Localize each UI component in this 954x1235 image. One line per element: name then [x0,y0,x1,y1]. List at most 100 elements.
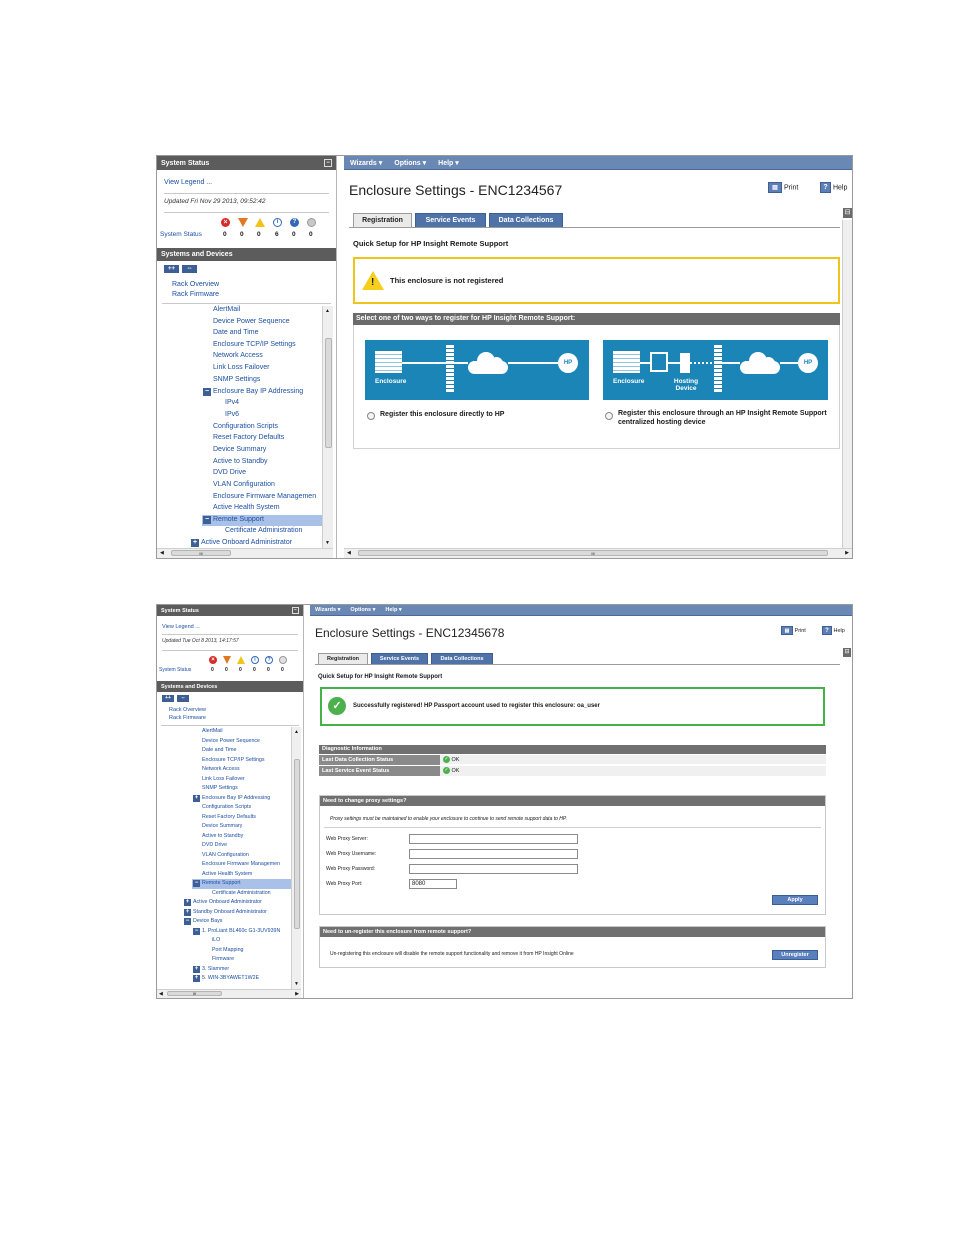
tree-item-alertmail[interactable]: AlertMail [202,728,223,734]
tree-item-port-mapping[interactable]: Port Mapping [212,947,244,953]
print-button[interactable]: ▤ Print [781,626,806,635]
tree-horizontal-scrollbar[interactable]: ◀ III ▶ [157,989,301,998]
vertical-scroll-thumb[interactable] [294,759,300,929]
tree-item-remote-support[interactable]: Remote Support [202,880,241,886]
collapse-all-button[interactable]: -- [177,695,189,702]
proxy-port-input[interactable]: 8080 [409,879,457,889]
proxy-username-input[interactable] [409,849,578,859]
tree-item-device-summary[interactable]: Device Summary [213,446,266,453]
expand-all-button[interactable]: ++ [162,695,174,702]
scroll-up-icon[interactable]: ▲ [325,308,330,314]
tree-item-snmp[interactable]: SNMP Settings [202,785,238,791]
vertical-scroll-thumb[interactable] [325,338,332,448]
collapse-all-button[interactable]: -- [182,265,197,273]
tree-item-device-power-sequence[interactable]: Device Power Sequence [213,318,290,325]
tree-item-active-health[interactable]: Active Health System [213,504,280,511]
collapse-node-icon[interactable]: − [203,388,211,396]
menu-wizards[interactable]: Wizards ▾ [350,159,382,167]
tree-vertical-scrollbar[interactable]: ▲ ▼ [291,727,301,989]
proxy-server-input[interactable] [409,834,578,844]
tree-item-vlan[interactable]: VLAN Configuration [202,852,249,858]
tab-data-collections[interactable]: Data Collections [431,653,493,664]
tree-item-dvd[interactable]: DVD Drive [202,842,227,848]
view-legend-link[interactable]: View Legend ... [162,624,200,630]
system-status-link[interactable]: System Status [159,667,191,673]
tree-item-ipv4[interactable]: IPv4 [225,399,239,406]
proxy-password-input[interactable] [409,864,578,874]
tree-item-active-oa[interactable]: Active Onboard Administrator [201,539,292,546]
radio-hosting[interactable] [605,412,613,420]
tree-item-active-standby[interactable]: Active to Standby [202,833,243,839]
tree-item-dvd[interactable]: DVD Drive [213,469,246,476]
rack-overview-link[interactable]: Rack Overview [169,707,206,713]
tree-item-link-loss[interactable]: Link Loss Failover [213,364,269,371]
tree-item-bay-ip[interactable]: Enclosure Bay IP Addressing [202,795,270,801]
tree-item-certificate-admin[interactable]: Certificate Administration [212,890,271,896]
expand-node-icon[interactable]: + [191,539,199,547]
rack-firmware-link[interactable]: Rack Firmware [172,291,219,298]
content-horizontal-scrollbar[interactable]: ◀ III ▶ [344,548,852,558]
tree-item-reset-defaults[interactable]: Reset Factory Defaults [202,814,256,820]
collapse-panel-icon[interactable]: ⊟ [843,648,851,657]
expand-node-icon[interactable]: + [193,966,200,973]
tree-item-bay-ip[interactable]: Enclosure Bay IP Addressing [213,388,303,395]
tree-item-bay-3[interactable]: 3. Slammer [202,966,229,972]
tree-item-certificate-admin[interactable]: Certificate Administration [225,527,302,534]
radio-direct[interactable] [367,412,375,420]
scroll-down-icon[interactable]: ▼ [325,540,330,546]
menu-wizards[interactable]: Wizards ▾ [315,607,340,613]
tree-item-firmware-mgmt[interactable]: Enclosure Firmware Managemen [213,493,316,500]
option-hosting-label[interactable]: Register this enclosure through an HP In… [618,409,833,427]
collapse-node-icon[interactable]: − [203,516,211,524]
menu-options[interactable]: Options ▾ [394,159,426,167]
collapse-icon[interactable]: − [324,159,332,167]
collapse-panel-icon[interactable]: ⊟ [843,208,852,218]
tree-item-network-access[interactable]: Network Access [213,352,263,359]
tree-item-config-scripts[interactable]: Configuration Scripts [213,423,278,430]
scroll-up-icon[interactable]: ▲ [294,729,299,735]
tree-item-config-scripts[interactable]: Configuration Scripts [202,804,251,810]
menu-help[interactable]: Help ▾ [438,159,459,167]
system-status-link[interactable]: System Status [160,231,202,238]
tree-item-ilo[interactable]: iLO [212,937,220,943]
tab-registration[interactable]: Registration [318,653,368,664]
collapse-node-icon[interactable]: − [184,918,191,925]
tree-item-snmp[interactable]: SNMP Settings [213,376,260,383]
collapse-node-icon[interactable]: − [193,928,200,935]
horizontal-scroll-thumb[interactable]: III [358,550,828,556]
view-legend-link[interactable]: View Legend ... [164,179,212,186]
help-button[interactable]: ? Help [822,626,845,635]
tab-service-events[interactable]: Service Events [371,653,428,664]
tree-item-date-time[interactable]: Date and Time [202,747,236,753]
tab-data-collections[interactable]: Data Collections [489,213,563,227]
horizontal-scroll-thumb[interactable]: III [167,991,222,996]
scroll-down-icon[interactable]: ▼ [294,981,299,987]
tree-item-bay-5[interactable]: 5. WIN-3BYAWET1W2E [202,975,259,981]
expand-node-icon[interactable]: + [184,909,191,916]
scroll-right-icon[interactable]: ▶ [845,550,849,556]
tree-item-device-bays[interactable]: Device Bays [193,918,222,924]
scroll-left-icon[interactable]: ◀ [160,550,164,556]
expand-node-icon[interactable]: + [193,975,200,982]
scroll-left-icon[interactable]: ◀ [159,991,163,997]
horizontal-scroll-thumb[interactable]: III [171,550,231,556]
rack-firmware-link[interactable]: Rack Firmware [169,715,206,721]
collapse-node-icon[interactable]: − [193,880,200,887]
menu-help[interactable]: Help ▾ [385,607,401,613]
expand-node-icon[interactable]: + [193,795,200,802]
print-button[interactable]: ▤ Print [768,182,798,193]
tree-item-active-oa[interactable]: Active Onboard Administrator [193,899,262,905]
tab-service-events[interactable]: Service Events [415,213,486,227]
tree-item-network-access[interactable]: Network Access [202,766,240,772]
content-vertical-scrollbar[interactable] [842,220,852,548]
tree-item-firmware-mgmt[interactable]: Enclosure Firmware Managemen [202,861,280,867]
tree-item-vlan[interactable]: VLAN Configuration [213,481,275,488]
scroll-right-icon[interactable]: ▶ [295,991,299,997]
tree-item-tcpip[interactable]: Enclosure TCP/IP Settings [202,757,265,763]
collapse-icon[interactable]: − [292,607,299,614]
unregister-button[interactable]: Unregister [772,950,818,960]
menu-options[interactable]: Options ▾ [350,607,375,613]
tree-item-standby-oa[interactable]: Standby Onboard Administrator [193,909,267,915]
option-direct-label[interactable]: Register this enclosure directly to HP [380,411,504,418]
expand-all-button[interactable]: ++ [164,265,179,273]
